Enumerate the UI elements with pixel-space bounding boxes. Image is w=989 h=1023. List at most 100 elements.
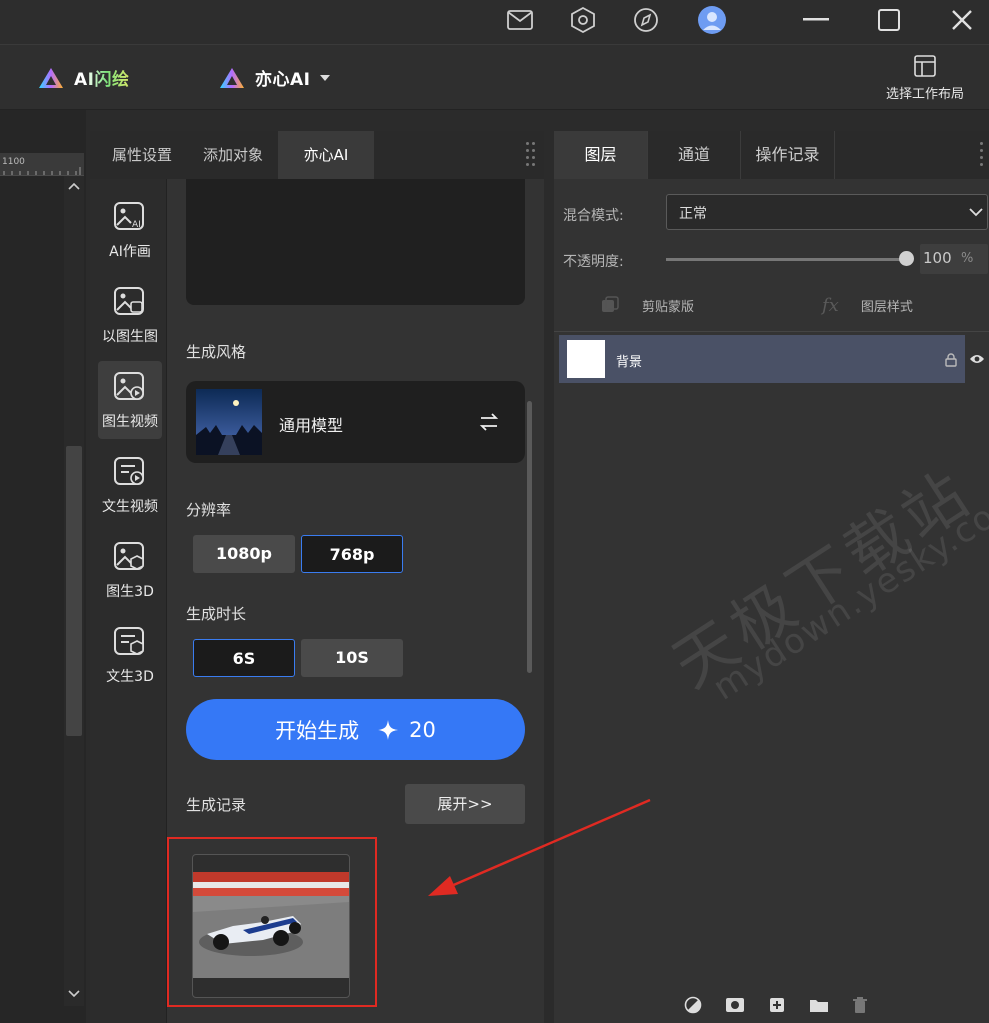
app-toolbar: AI闪绘 亦心AI 选择工作布局 [0, 45, 989, 110]
tab-add-object[interactable]: 添加对象 [188, 131, 278, 179]
scroll-down-icon[interactable] [64, 988, 84, 1000]
compass-icon[interactable] [628, 4, 664, 36]
canvas-vertical-scrollbar[interactable] [64, 176, 84, 1006]
text-to-3d-icon [114, 627, 144, 655]
nav-label: 文生3D [106, 669, 154, 685]
scrollbar-thumb[interactable] [66, 446, 82, 736]
opacity-slider-handle[interactable] [899, 251, 914, 266]
fx-icon: fx [822, 294, 839, 316]
eye-icon [970, 355, 984, 363]
opacity-slider[interactable] [666, 258, 906, 261]
minimize-icon[interactable] [798, 4, 834, 36]
ai-flash-button[interactable]: AI闪绘 [38, 65, 129, 90]
style-model-card[interactable]: 通用模型 [186, 381, 525, 463]
layer-name: 背景 [616, 355, 643, 370]
nav-label: 以图生图 [102, 329, 158, 345]
nav-label: 文生视频 [102, 499, 158, 515]
generate-cost: 20 [409, 717, 436, 742]
duration-label: 生成时长 [186, 605, 247, 623]
tab-layers[interactable]: 图层 [554, 131, 648, 179]
nav-label: AI作画 [109, 244, 151, 260]
duration-6s-button[interactable]: 6S [193, 639, 295, 677]
lock-icon[interactable] [945, 353, 957, 367]
opacity-label: 不透明度: [563, 254, 624, 270]
tab-channels[interactable]: 通道 [648, 131, 741, 179]
resolution-label: 分辨率 [186, 501, 232, 519]
opacity-value: 100 [923, 249, 952, 267]
chevron-down-icon [969, 208, 983, 217]
generate-label: 开始生成 [275, 718, 360, 743]
layer-actions-bar [674, 993, 874, 1017]
blend-mode-select[interactable]: 正常 [666, 194, 988, 230]
nav-text-to-video[interactable]: 文生视频 [98, 446, 162, 524]
tab-yixin-ai[interactable]: 亦心AI [278, 131, 374, 179]
ai-flash-label: AI闪绘 [74, 65, 129, 90]
nav-image-to-image[interactable]: 以图生图 [98, 276, 162, 354]
ai-feature-nav: AI AI作画 以图生图 图生视频 文生视频 图生3D 文生3D [90, 179, 167, 1023]
close-icon[interactable] [944, 4, 980, 36]
yixin-ai-label: 亦心AI [255, 70, 311, 90]
new-layer-icon[interactable] [769, 997, 785, 1013]
opacity-input[interactable]: 100 % [920, 244, 988, 274]
layer-thumbnail [567, 340, 605, 378]
adjustment-layer-icon[interactable] [684, 996, 702, 1014]
avatar[interactable] [694, 4, 730, 36]
nav-ai-painting[interactable]: AI AI作画 [98, 191, 162, 269]
settings-icon[interactable] [565, 4, 601, 36]
duration-10s-button[interactable]: 10S [301, 639, 403, 677]
layer-style-label: 图层样式 [860, 299, 913, 315]
add-mask-icon[interactable] [725, 997, 745, 1013]
ai-image-icon: AI [114, 202, 144, 230]
swap-icon[interactable] [478, 412, 500, 432]
resolution-768p-button[interactable]: 768p [301, 535, 403, 573]
right-tab-bar: 图层 通道 操作记录 [554, 131, 989, 179]
tab-history[interactable]: 操作记录 [741, 131, 835, 179]
choose-layout-button[interactable]: 选择工作布局 [879, 55, 971, 102]
scroll-up-icon[interactable] [64, 180, 84, 192]
blend-mode-value: 正常 [679, 206, 707, 222]
clip-mask-button[interactable]: 剪贴蒙版 [600, 293, 694, 317]
style-thumbnail [196, 389, 262, 455]
style-label: 生成风格 [186, 343, 247, 361]
image-to-image-icon [114, 287, 144, 315]
brand-logo-icon [39, 67, 63, 88]
ruler-mark: 1100 [2, 157, 25, 167]
layer-row[interactable]: 背景 [559, 335, 965, 383]
clip-mask-label: 剪贴蒙版 [642, 299, 695, 315]
history-label: 生成记录 [186, 796, 247, 814]
nav-image-to-video[interactable]: 图生视频 [98, 361, 162, 439]
image-to-video-icon [114, 372, 144, 400]
sparkle-icon [378, 719, 399, 740]
annotation-arrow [428, 798, 651, 896]
maximize-icon[interactable] [871, 4, 907, 36]
blend-mode-label: 混合模式: [563, 208, 624, 224]
panel-scrollbar[interactable] [527, 401, 532, 673]
mid-tab-bar: 属性设置 添加对象 亦心AI [90, 131, 544, 179]
image-to-3d-icon [114, 542, 144, 570]
nav-label: 图生视频 [102, 414, 158, 430]
clip-mask-icon [602, 296, 619, 312]
mail-icon[interactable] [502, 4, 538, 36]
history-highlight-box [167, 837, 377, 1007]
start-generate-button[interactable]: 开始生成 20 [186, 699, 525, 760]
title-bar [0, 0, 989, 45]
layout-icon [914, 55, 936, 77]
svg-text:AI: AI [132, 220, 141, 230]
folder-icon[interactable] [809, 997, 829, 1013]
layer-style-button[interactable]: fx 图层样式 [822, 293, 913, 317]
resolution-1080p-button[interactable]: 1080p [193, 535, 295, 573]
text-to-video-icon [114, 457, 144, 485]
divider [554, 331, 989, 332]
panel-grip-icon[interactable] [526, 142, 536, 168]
horizontal-ruler: 1100 [0, 153, 84, 176]
tab-properties[interactable]: 属性设置 [96, 131, 188, 179]
nav-text-to-3d[interactable]: 文生3D [98, 616, 162, 694]
layer-visibility-toggle[interactable] [965, 335, 989, 383]
trash-icon[interactable] [852, 996, 868, 1014]
caret-down-icon [320, 74, 331, 81]
brand-logo-icon [220, 67, 244, 88]
yixin-ai-menu[interactable]: 亦心AI [219, 65, 331, 90]
prompt-input[interactable] [186, 179, 525, 305]
nav-image-to-3d[interactable]: 图生3D [98, 531, 162, 609]
panel-grip-icon[interactable] [980, 142, 989, 168]
